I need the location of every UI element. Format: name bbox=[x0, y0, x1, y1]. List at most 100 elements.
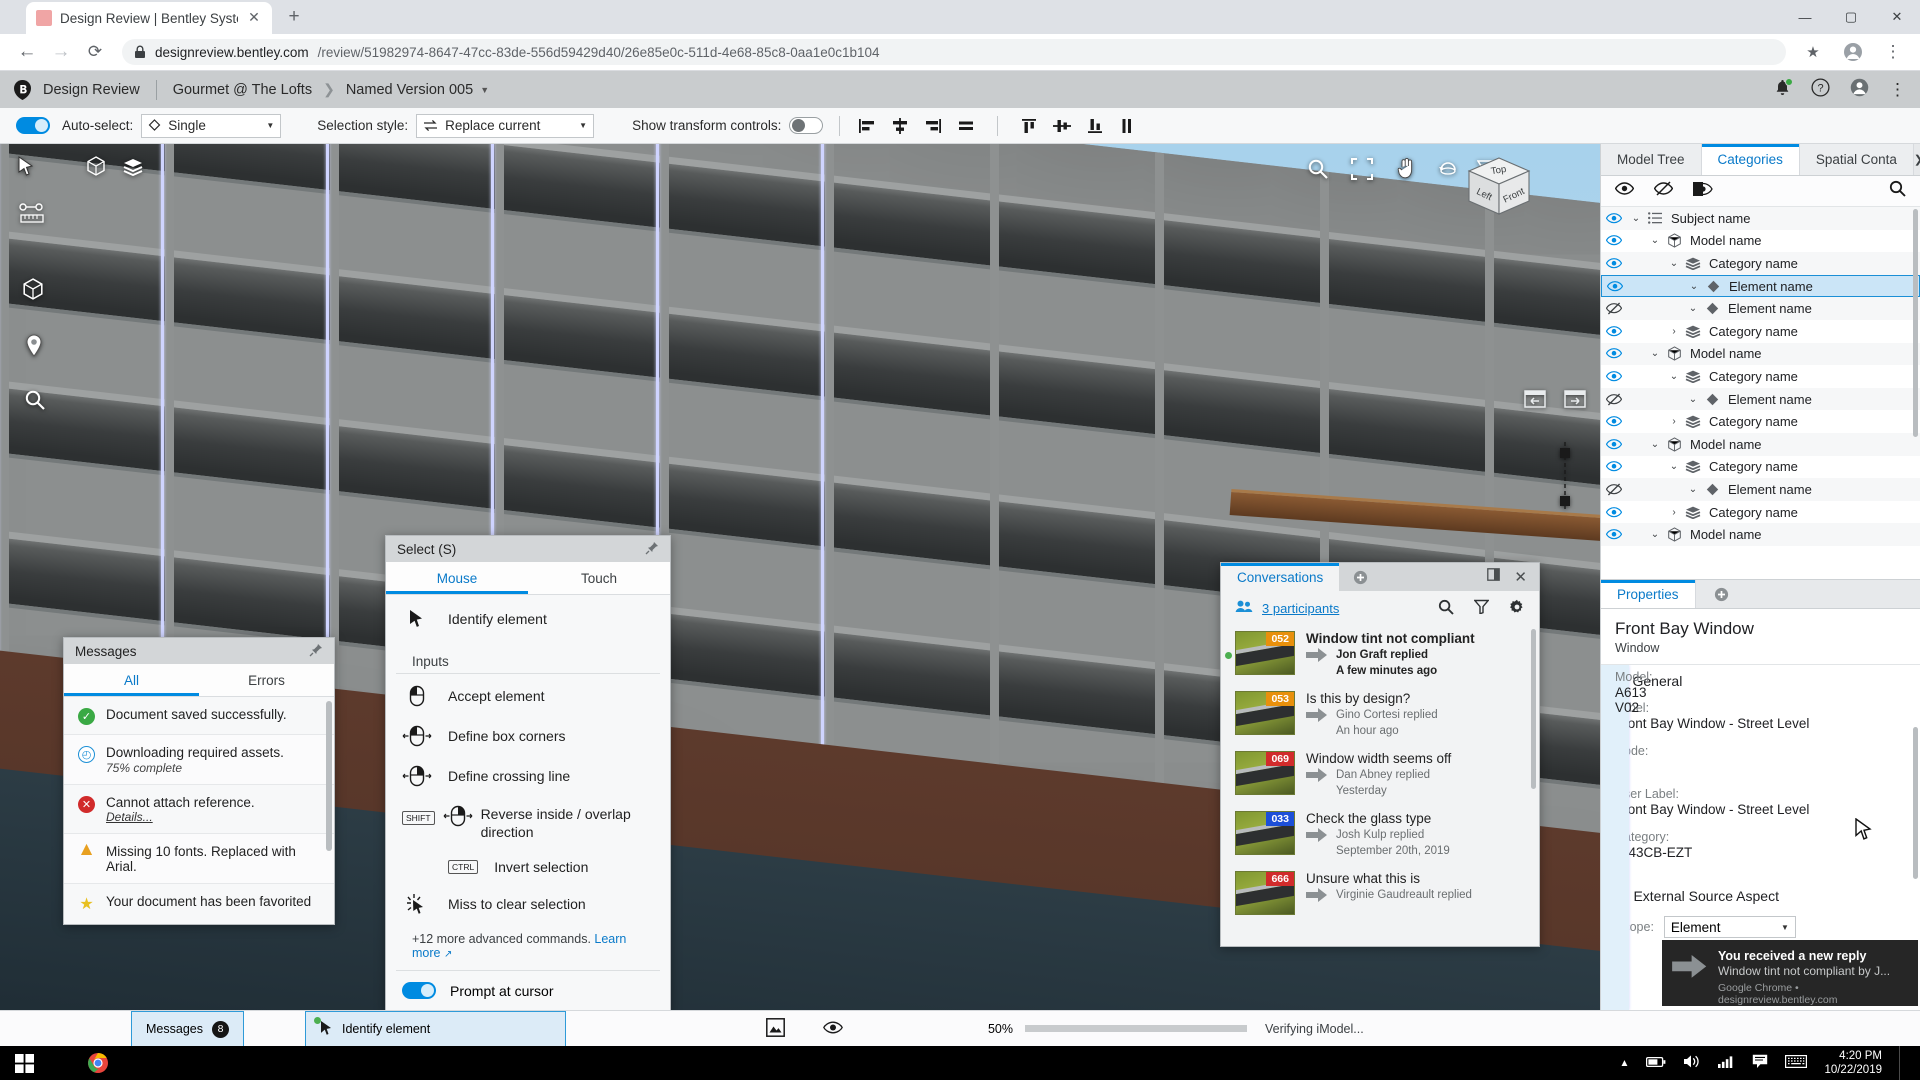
fit-view-icon[interactable] bbox=[1351, 158, 1373, 185]
visibility-on-icon[interactable] bbox=[1601, 348, 1627, 359]
network-icon[interactable] bbox=[1718, 1055, 1735, 1071]
minimize-icon[interactable]: — bbox=[1782, 0, 1828, 34]
location-pin-icon[interactable] bbox=[24, 334, 44, 363]
chevron-down-icon[interactable]: ⌄ bbox=[1665, 461, 1683, 472]
group-external-source-aspect[interactable]: > External Source Aspect bbox=[1601, 880, 1920, 911]
auto-select-toggle[interactable] bbox=[16, 117, 50, 134]
tree-row[interactable]: ⌄ Model name bbox=[1601, 432, 1920, 456]
chevron-down-icon[interactable]: ⌄ bbox=[1646, 348, 1664, 359]
zoom-icon[interactable] bbox=[24, 389, 46, 416]
input-row-accept-element[interactable]: Accept element bbox=[386, 676, 670, 716]
tree-row[interactable]: ⌄ Element name bbox=[1601, 478, 1920, 501]
list-item[interactable]: 069 Window width seems off Dan Abney rep… bbox=[1221, 745, 1539, 805]
tree-row[interactable]: ⌄ Model name bbox=[1601, 523, 1920, 546]
properties-scrollbar[interactable] bbox=[1913, 727, 1918, 879]
breadcrumb-version[interactable]: Named Version 005 bbox=[346, 82, 473, 98]
hide-all-icon[interactable] bbox=[1653, 181, 1674, 201]
chevron-down-icon[interactable]: ⌄ bbox=[1665, 258, 1683, 269]
align-center-horizontal-icon[interactable] bbox=[889, 115, 911, 137]
visibility-on-icon[interactable] bbox=[1601, 438, 1627, 450]
prompt-at-cursor-toggle[interactable] bbox=[402, 982, 436, 1000]
visibility-on-icon[interactable] bbox=[1601, 371, 1627, 382]
tree-row[interactable]: ⌄ Element name bbox=[1601, 387, 1920, 411]
maximize-icon[interactable]: ▢ bbox=[1828, 0, 1874, 34]
navigation-cube[interactable]: Top Left Front bbox=[1456, 152, 1542, 238]
close-icon[interactable]: ✕ bbox=[1514, 568, 1527, 586]
categories-tree-scrollbar[interactable] bbox=[1913, 209, 1918, 437]
chevron-down-icon[interactable]: ⌄ bbox=[1684, 394, 1702, 405]
notification-bell-icon[interactable] bbox=[1774, 77, 1793, 101]
browser-menu-icon[interactable]: ⋮ bbox=[1878, 37, 1908, 67]
chevron-down-icon[interactable]: ⌄ bbox=[1685, 281, 1703, 292]
visibility-off-icon[interactable] bbox=[1601, 393, 1627, 406]
tabs-overflow-icon[interactable]: ❯ bbox=[1914, 144, 1920, 175]
add-tab-icon[interactable] bbox=[1696, 580, 1748, 608]
window-left-icon[interactable] bbox=[1524, 390, 1546, 413]
clock[interactable]: 4:20 PM 10/22/2019 bbox=[1824, 1049, 1882, 1078]
rotate-icon[interactable] bbox=[1438, 160, 1458, 183]
measure-icon[interactable] bbox=[18, 202, 46, 233]
tab-model-tree[interactable]: Model Tree bbox=[1601, 144, 1702, 175]
close-icon[interactable]: ✕ bbox=[246, 10, 262, 26]
tab-touch[interactable]: Touch bbox=[528, 562, 670, 594]
notification-toast[interactable]: You received a new reply Window tint not… bbox=[1662, 940, 1918, 1006]
tree-row[interactable]: › Category name bbox=[1601, 410, 1920, 433]
tab-mouse[interactable]: Mouse bbox=[386, 562, 528, 594]
show-transform-toggle[interactable] bbox=[789, 117, 824, 134]
layers-icon[interactable] bbox=[122, 158, 144, 181]
cube-icon[interactable] bbox=[86, 156, 106, 181]
distribute-vertical-icon[interactable] bbox=[1117, 115, 1139, 137]
tree-row[interactable]: ⌄ Model name bbox=[1601, 342, 1920, 366]
invert-visibility-icon[interactable] bbox=[1693, 181, 1713, 201]
visibility-on-icon[interactable] bbox=[1601, 416, 1627, 427]
list-item[interactable]: ▲ Missing 10 fonts. Replaced with Arial. bbox=[64, 834, 334, 884]
breadcrumb-project[interactable]: Gourmet @ The Lofts bbox=[173, 82, 312, 98]
chevron-down-icon[interactable]: ⌄ bbox=[1684, 303, 1702, 314]
address-bar[interactable]: designreview.bentley.com/review/51982974… bbox=[122, 39, 1786, 65]
input-row-reverse-direction[interactable]: SHIFT Reverse inside / overlap direction bbox=[386, 796, 670, 850]
chevron-down-icon[interactable]: ▼ bbox=[480, 85, 489, 95]
visibility-on-icon[interactable] bbox=[1601, 461, 1627, 472]
back-icon[interactable]: ← bbox=[12, 37, 42, 67]
keyboard-icon[interactable] bbox=[1785, 1055, 1808, 1071]
chevron-down-icon[interactable]: ⌄ bbox=[1665, 371, 1683, 382]
search-icon[interactable] bbox=[1438, 599, 1454, 618]
pin-icon[interactable] bbox=[309, 643, 323, 660]
conversations-list[interactable]: 052 Window tint not compliant Jon Graft … bbox=[1221, 625, 1539, 935]
visibility-on-icon[interactable] bbox=[1602, 280, 1628, 292]
list-item[interactable]: ◴ Downloading required assets. 75% comple… bbox=[64, 735, 334, 785]
conversations-scrollbar[interactable] bbox=[1531, 629, 1536, 789]
details-link[interactable]: Details... bbox=[106, 810, 255, 824]
bookmark-star-icon[interactable]: ★ bbox=[1798, 37, 1828, 67]
tree-row[interactable]: ⌄ Subject name bbox=[1601, 207, 1920, 230]
statusbar-messages-button[interactable]: Messages 8 bbox=[131, 1010, 244, 1047]
visibility-on-icon[interactable] bbox=[1601, 212, 1627, 224]
list-item[interactable]: ✕ Cannot attach reference. Details... bbox=[64, 785, 334, 834]
visibility-icon[interactable] bbox=[823, 1021, 843, 1037]
tree-row[interactable]: › Category name bbox=[1601, 501, 1920, 524]
user-avatar-icon[interactable] bbox=[1850, 78, 1869, 101]
messages-scrollbar[interactable] bbox=[326, 701, 332, 851]
filter-icon[interactable] bbox=[1473, 599, 1490, 617]
dock-panel-icon[interactable] bbox=[1487, 568, 1501, 586]
tab-properties[interactable]: Properties bbox=[1601, 580, 1696, 608]
action-center-icon[interactable] bbox=[1752, 1054, 1768, 1072]
prompt-at-cursor-row[interactable]: Prompt at cursor bbox=[386, 971, 670, 1012]
statusbar-active-tool[interactable]: Identify element bbox=[304, 1010, 566, 1047]
view-cube-icon[interactable] bbox=[22, 278, 44, 305]
align-top-icon[interactable] bbox=[1018, 115, 1040, 137]
tree-row[interactable]: ⌄ Category name bbox=[1601, 365, 1920, 388]
chevron-right-icon[interactable]: › bbox=[1665, 326, 1683, 337]
tree-row[interactable]: ⌄ Category name bbox=[1601, 456, 1920, 479]
tab-errors[interactable]: Errors bbox=[199, 664, 334, 696]
align-right-icon[interactable] bbox=[922, 115, 944, 137]
auto-select-dropdown[interactable]: Single ▼ bbox=[141, 113, 282, 138]
scope-dropdown[interactable]: Element ▼ bbox=[1663, 916, 1796, 938]
selection-style-dropdown[interactable]: Replace current ▼ bbox=[416, 113, 595, 138]
tab-spatial-containment[interactable]: Spatial Conta bbox=[1799, 144, 1914, 175]
visibility-on-icon[interactable] bbox=[1601, 325, 1627, 337]
forward-icon[interactable]: → bbox=[46, 37, 76, 67]
windows-start-icon[interactable] bbox=[0, 1046, 48, 1080]
gear-icon[interactable] bbox=[1509, 599, 1525, 618]
tree-row[interactable]: › Category name bbox=[1601, 320, 1920, 343]
